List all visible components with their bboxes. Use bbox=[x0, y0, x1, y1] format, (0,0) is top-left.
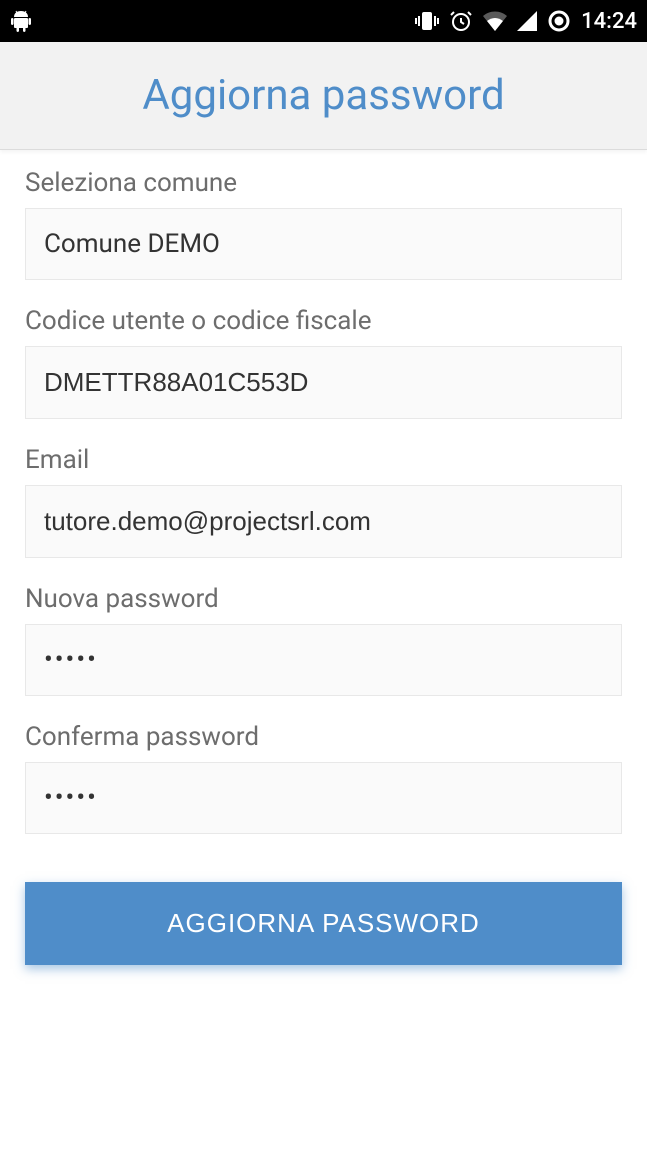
email-label: Email bbox=[25, 445, 622, 475]
app-header: Aggiorna password bbox=[0, 42, 647, 150]
vibrate-icon bbox=[415, 10, 439, 32]
email-field-group: Email bbox=[25, 445, 622, 558]
status-time: 14:24 bbox=[581, 9, 637, 34]
comune-select[interactable]: Comune DEMO bbox=[25, 208, 622, 280]
conferma-password-input[interactable]: ••••• bbox=[25, 762, 622, 834]
comune-field-group: Seleziona comune Comune DEMO bbox=[25, 168, 622, 280]
nuova-password-field-group: Nuova password ••••• bbox=[25, 584, 622, 696]
nuova-password-input[interactable]: ••••• bbox=[25, 624, 622, 696]
circle-dot-icon bbox=[547, 9, 571, 33]
alarm-icon bbox=[449, 9, 473, 33]
status-left bbox=[10, 9, 32, 33]
comune-label: Seleziona comune bbox=[25, 168, 622, 198]
update-password-form: Seleziona comune Comune DEMO Codice uten… bbox=[0, 150, 647, 983]
conferma-password-field-group: Conferma password ••••• bbox=[25, 722, 622, 834]
submit-button[interactable]: AGGIORNA PASSWORD bbox=[25, 882, 622, 965]
nuova-password-label: Nuova password bbox=[25, 584, 622, 614]
codice-label: Codice utente o codice fiscale bbox=[25, 306, 622, 336]
wifi-icon bbox=[483, 11, 507, 31]
conferma-password-label: Conferma password bbox=[25, 722, 622, 752]
signal-icon bbox=[517, 11, 537, 31]
codice-input[interactable] bbox=[25, 346, 622, 419]
email-input[interactable] bbox=[25, 485, 622, 558]
status-bar: 14:24 bbox=[0, 0, 647, 42]
status-right: 14:24 bbox=[415, 9, 637, 34]
page-title: Aggiorna password bbox=[142, 71, 504, 120]
android-robot-icon bbox=[10, 9, 32, 33]
codice-field-group: Codice utente o codice fiscale bbox=[25, 306, 622, 419]
